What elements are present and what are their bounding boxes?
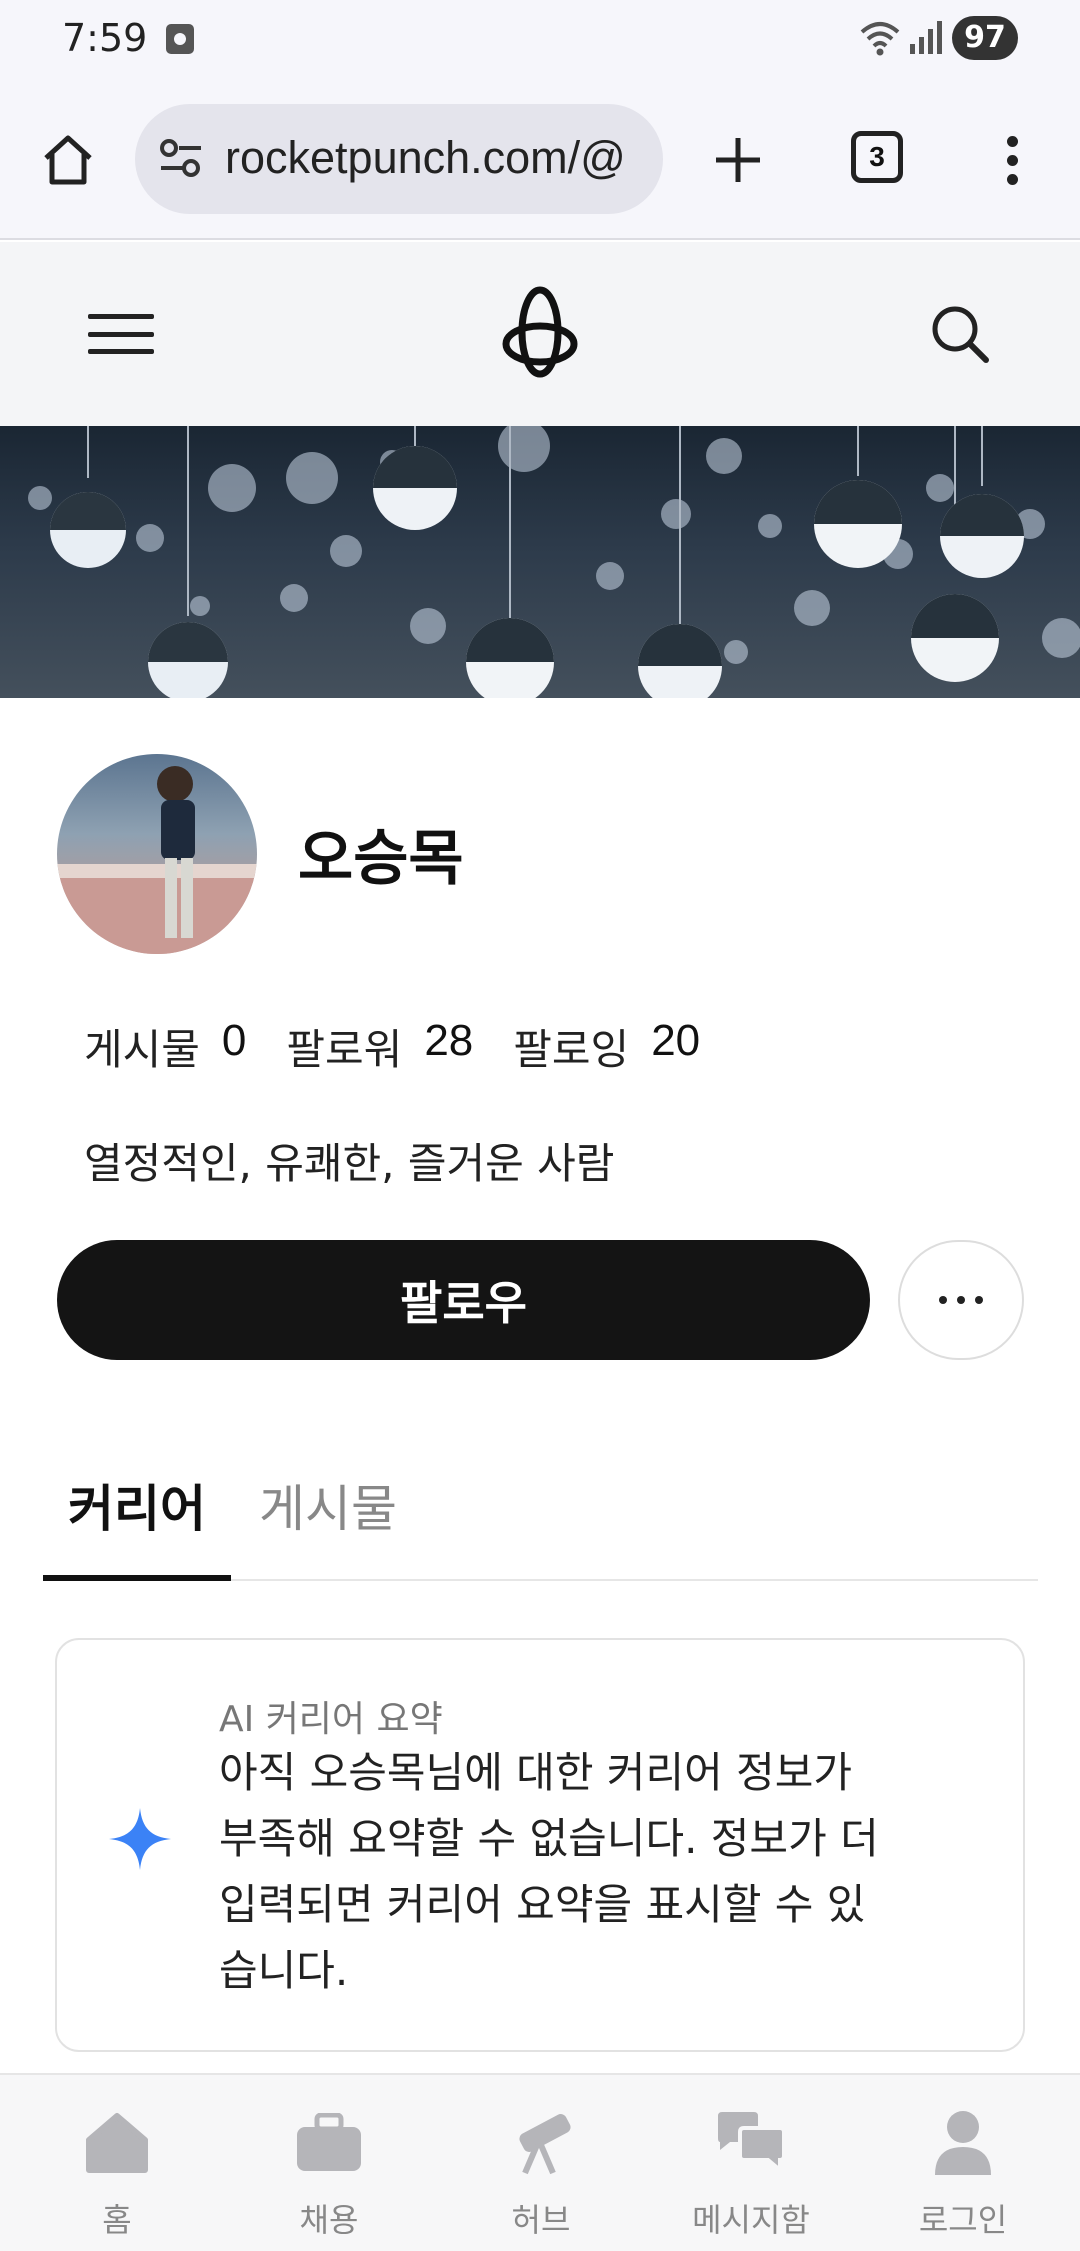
nav-item-home[interactable]: 홈 (37, 2105, 197, 2245)
signal-icon (908, 18, 944, 62)
more-dot (939, 1296, 947, 1304)
more-vertical-dot (1006, 135, 1018, 147)
status-bar: 7:59 97 (0, 0, 1080, 80)
tab-career[interactable]: 커리어 (43, 1453, 231, 1581)
more-vertical-dot (1006, 173, 1018, 185)
profile-cover-image (0, 426, 1080, 698)
more-dot (957, 1296, 965, 1304)
stat-following[interactable]: 팔로잉 20 (513, 1016, 700, 1077)
stat-posts[interactable]: 게시물 0 (84, 1016, 246, 1077)
nav-item-login[interactable]: 로그인 (883, 2105, 1043, 2245)
hamburger-menu-icon[interactable] (88, 314, 154, 354)
profile-name: 오승목 (298, 824, 464, 894)
career-section: AI 커리어 요약 아직 오승목님에 대한 커리어 정보가 부족해 요약할 수 … (0, 1583, 1080, 2073)
stat-label: 게시물 (84, 1025, 200, 1074)
stat-label: 팔로워 (286, 1025, 403, 1074)
stat-label: 팔로잉 (513, 1025, 630, 1074)
ai-summary-label: AI 커리어 요약 (219, 1699, 443, 1740)
tab-posts[interactable]: 게시물 (259, 1453, 397, 1581)
search-icon[interactable] (928, 302, 992, 370)
browser-menu-button[interactable] (992, 130, 1032, 190)
home-outline-icon (44, 135, 92, 185)
ai-summary-text: 아직 오승목님에 대한 커리어 정보가 부족해 요약할 수 없습니다. 정보가 … (219, 1748, 879, 1995)
stat-value: 28 (424, 1016, 474, 1065)
person-icon (933, 2105, 993, 2181)
nav-label: 허브 (511, 2201, 571, 2239)
home-icon (85, 2105, 149, 2181)
bottom-navigation: 홈 채용 허브 메시지함 로그인 (0, 2073, 1080, 2251)
battery-indicator: 97 (952, 16, 1018, 60)
nav-label: 로그인 (918, 2201, 1008, 2239)
site-header (0, 242, 1080, 426)
wifi-icon (858, 18, 902, 62)
rocketpunch-logo-icon[interactable] (500, 282, 580, 386)
avatar[interactable] (57, 754, 257, 954)
more-vertical-dot (1006, 154, 1018, 166)
more-dot (975, 1296, 983, 1304)
new-tab-button[interactable] (708, 130, 768, 190)
status-time: 7:59 (62, 16, 148, 60)
profile-tabs: 커리어 게시물 (43, 1453, 1038, 1581)
plus-icon (716, 138, 760, 182)
ai-career-summary-card: AI 커리어 요약 아직 오승목님에 대한 커리어 정보가 부족해 요약할 수 … (55, 1638, 1025, 2052)
sparkle-icon (107, 1806, 173, 1876)
briefcase-icon (295, 2105, 363, 2181)
follow-button[interactable]: 팔로우 (57, 1240, 870, 1360)
nav-item-messages[interactable]: 메시지함 (671, 2105, 831, 2245)
notification-app-icon (166, 24, 194, 54)
stat-value: 0 (221, 1016, 247, 1065)
nav-item-jobs[interactable]: 채용 (249, 2105, 409, 2245)
site-settings-icon[interactable] (157, 136, 205, 184)
telescope-icon (507, 2105, 575, 2181)
nav-label: 메시지함 (692, 2201, 810, 2239)
browser-home-button[interactable] (38, 130, 98, 190)
tab-switcher-button[interactable]: 3 (851, 131, 903, 183)
url-text[interactable]: rocketpunch.com/@ (225, 132, 626, 184)
nav-label: 홈 (102, 2201, 132, 2239)
stat-value: 20 (651, 1016, 701, 1065)
browser-toolbar: rocketpunch.com/@ 3 (0, 80, 1080, 240)
nav-item-hub[interactable]: 허브 (461, 2105, 621, 2245)
chat-icon (716, 2105, 786, 2181)
more-options-button[interactable] (898, 1240, 1024, 1360)
profile-stats: 게시물 0 팔로워 28 팔로잉 20 (84, 1016, 740, 1077)
address-bar[interactable]: rocketpunch.com/@ (135, 104, 663, 214)
stat-followers[interactable]: 팔로워 28 (286, 1016, 473, 1077)
profile-bio: 열정적인, 유쾌한, 즐거운 사람 (84, 1139, 615, 1188)
nav-label: 채용 (299, 2201, 359, 2239)
profile-card: 오승목 게시물 0 팔로워 28 팔로잉 20 열정적인, 유쾌한, 즐거운 사… (0, 698, 1080, 1583)
